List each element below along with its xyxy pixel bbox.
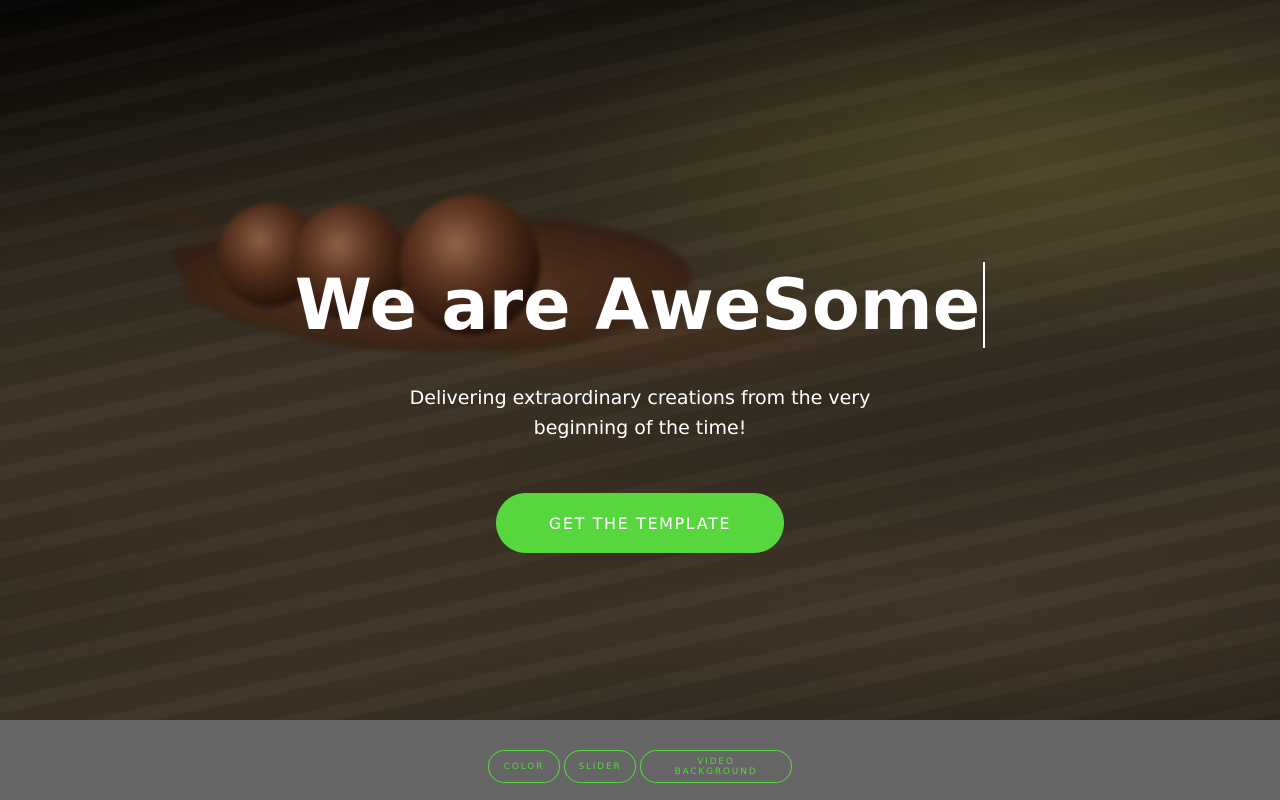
headline-wrap: We are AweSome	[0, 262, 1280, 348]
hero-headline: We are AweSome	[294, 264, 981, 346]
video-background-demo-button[interactable]: VIDEO BACKGROUND	[640, 750, 792, 783]
slider-demo-button[interactable]: SLIDER	[564, 750, 636, 783]
get-template-button[interactable]: GET THE TEMPLATE	[496, 493, 784, 553]
hero-subtitle: Delivering extraordinary creations from …	[409, 387, 871, 439]
color-demo-button[interactable]: COLOR	[488, 750, 560, 783]
typing-cursor	[983, 262, 986, 348]
hero-content: We are AweSome Delivering extraordinary …	[0, 0, 1280, 720]
hero-section: We are AweSome Delivering extraordinary …	[0, 0, 1280, 720]
demo-nav: COLOR SLIDER VIDEO BACKGROUND	[0, 750, 1280, 783]
